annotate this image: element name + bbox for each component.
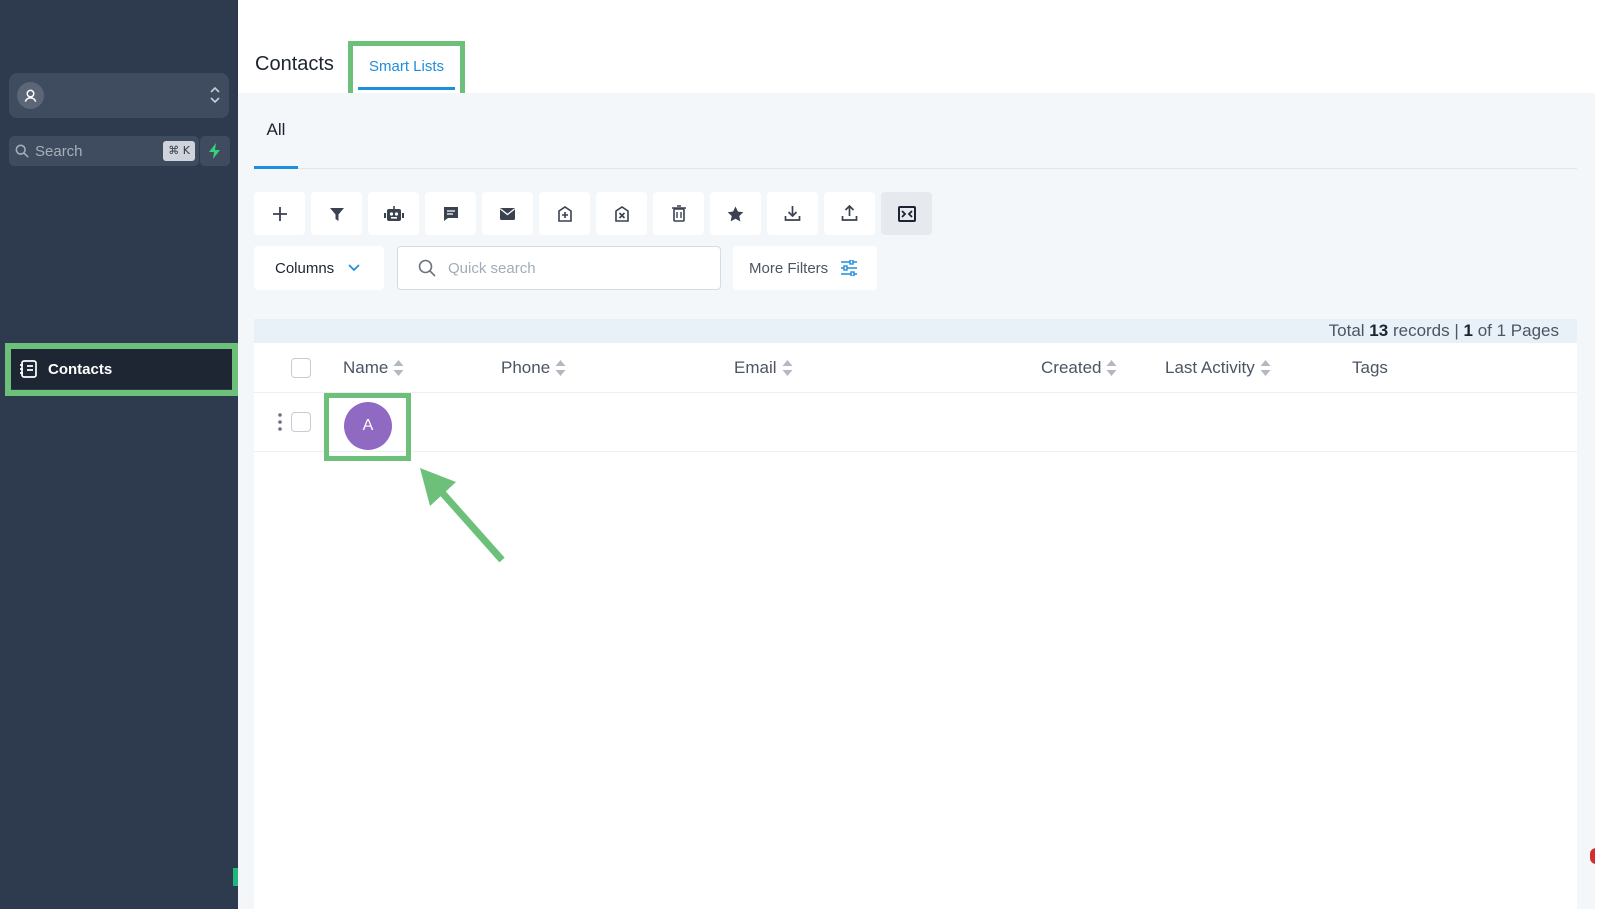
columns-dropdown[interactable]: Columns: [254, 246, 384, 290]
trash-icon: [671, 205, 686, 222]
sidebar: Search ⌘ K: [0, 0, 238, 909]
contacts-table: Name Phone Email Created Last Activity T…: [254, 343, 1577, 909]
more-filters-label: More Filters: [749, 259, 829, 277]
records-total: 13: [1369, 321, 1389, 340]
add-tag-button[interactable]: [539, 192, 590, 235]
sort-icon: [782, 360, 793, 376]
current-page: 1: [1463, 321, 1473, 340]
mail-icon: [500, 207, 515, 220]
sidebar-search[interactable]: Search ⌘ K: [9, 136, 199, 166]
chevron-down-icon: [348, 264, 360, 272]
import-button[interactable]: [767, 192, 818, 235]
message-icon: [443, 206, 458, 221]
account-switcher[interactable]: [9, 73, 229, 118]
contacts-book-icon: [20, 360, 37, 378]
columns-label: Columns: [275, 259, 335, 277]
subtab-bar: All: [254, 93, 1577, 169]
quick-actions-button[interactable]: [200, 136, 230, 166]
subtab-all[interactable]: All: [254, 93, 298, 169]
column-header-name[interactable]: Name: [343, 358, 404, 378]
sort-icon: [393, 360, 404, 376]
search-shortcut-badge: ⌘ K: [163, 141, 195, 161]
column-header-email[interactable]: Email: [734, 358, 793, 378]
column-header-last-activity[interactable]: Last Activity: [1165, 358, 1271, 378]
column-header-phone[interactable]: Phone: [501, 358, 566, 378]
star-button[interactable]: [710, 192, 761, 235]
filter-icon: [329, 207, 344, 221]
sort-icon: [1260, 360, 1271, 376]
merge-button[interactable]: [881, 192, 932, 235]
sort-icon: [1106, 360, 1117, 376]
automation-button[interactable]: [368, 192, 419, 235]
send-email-button[interactable]: [482, 192, 533, 235]
lightning-icon: [209, 143, 220, 159]
add-contact-button[interactable]: [254, 192, 305, 235]
more-filters-button[interactable]: More Filters: [733, 246, 877, 290]
star-icon: [727, 206, 744, 221]
sidebar-item-label: Contacts: [48, 360, 113, 378]
user-icon: [24, 89, 37, 102]
records-summary: Total 13 records | 1 of 1 Pages: [254, 319, 1577, 343]
table-row[interactable]: A: [254, 393, 1577, 461]
chevron-up-down-icon: [210, 86, 220, 104]
quick-search-input[interactable]: Quick search: [397, 246, 721, 290]
table-header: Name Phone Email Created Last Activity T…: [254, 343, 1577, 393]
tag-remove-icon: [614, 205, 629, 222]
page-title: Contacts: [255, 53, 334, 75]
filter-button[interactable]: [311, 192, 362, 235]
send-sms-button[interactable]: [425, 192, 476, 235]
sliders-icon: [841, 260, 858, 276]
row-checkbox[interactable]: [291, 412, 311, 432]
bulk-actions-toolbar: [254, 192, 932, 235]
tag-add-icon: [557, 205, 572, 222]
page-header: Contacts Smart Lists: [238, 0, 1595, 100]
tab-smart-lists[interactable]: Smart Lists: [358, 46, 455, 90]
sort-icon: [555, 360, 566, 376]
select-all-checkbox[interactable]: [291, 358, 311, 378]
upload-icon: [841, 205, 858, 221]
more-vertical-icon[interactable]: [278, 413, 282, 431]
quick-search-placeholder: Quick search: [448, 259, 536, 277]
search-icon: [15, 144, 29, 158]
column-header-created[interactable]: Created: [1041, 358, 1117, 378]
remove-tag-button[interactable]: [596, 192, 647, 235]
account-avatar: [17, 82, 44, 109]
pointer-arrow-icon: [420, 468, 505, 563]
column-header-tags: Tags: [1352, 358, 1388, 377]
delete-button[interactable]: [653, 192, 704, 235]
sidebar-search-label: Search: [35, 142, 83, 160]
contact-avatar[interactable]: A: [344, 402, 392, 450]
plus-icon: [272, 206, 287, 221]
window-edge: [1595, 0, 1600, 909]
export-button[interactable]: [824, 192, 875, 235]
merge-icon: [897, 205, 916, 222]
download-icon: [784, 206, 801, 221]
robot-icon: [383, 205, 404, 221]
search-icon: [418, 259, 436, 277]
sidebar-item-contacts[interactable]: Contacts: [11, 349, 232, 389]
